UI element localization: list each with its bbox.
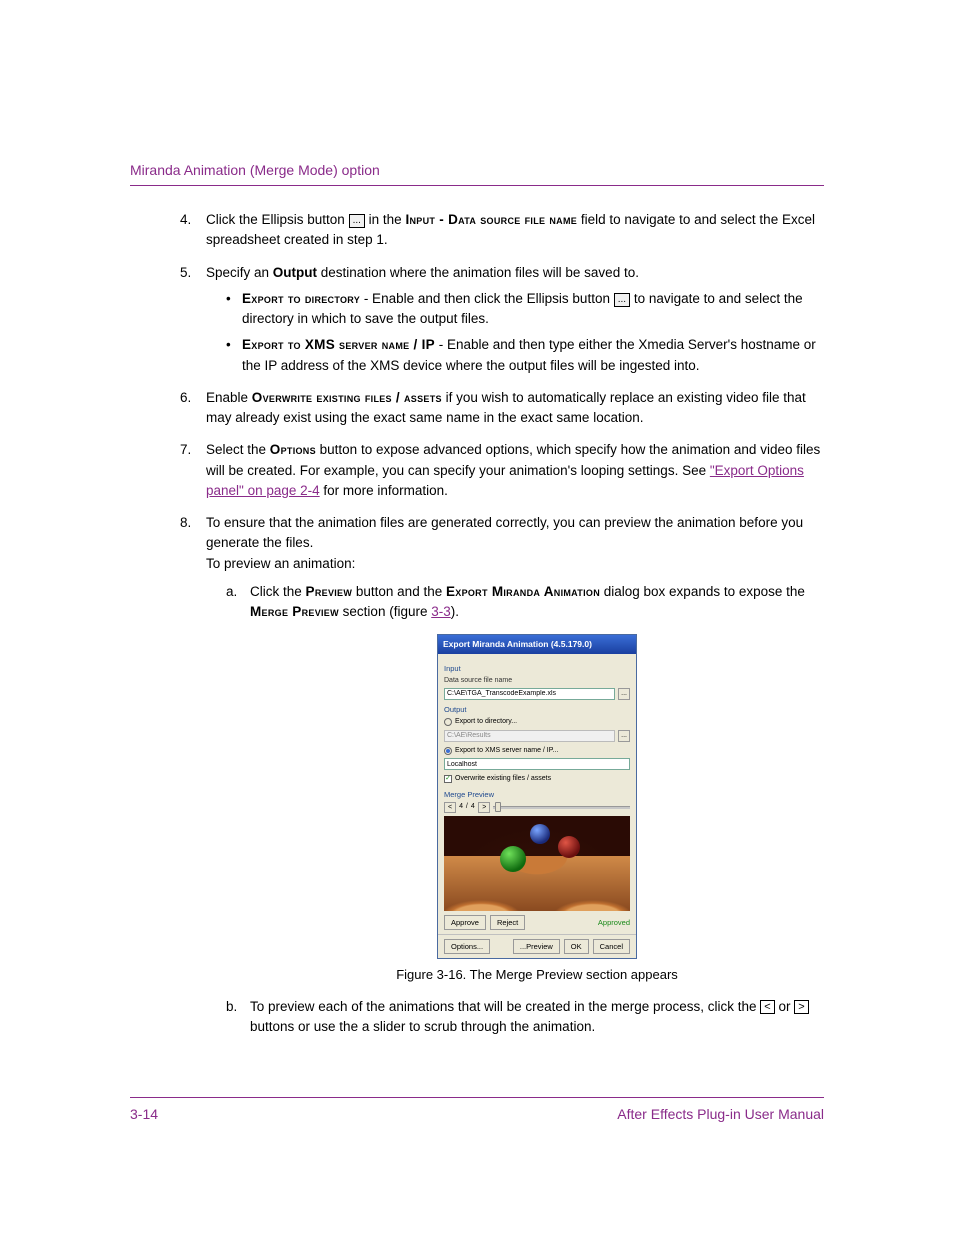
slider-thumb[interactable] — [495, 802, 501, 812]
radio-label: Export to XMS server name / IP... — [455, 746, 558, 757]
button-name: Preview — [306, 584, 353, 599]
ordered-steps: 4. Click the Ellipsis button ... in the … — [130, 210, 824, 1037]
text: To ensure that the animation files are g… — [206, 515, 803, 550]
text: Click the — [250, 584, 306, 599]
step-number: 7. — [180, 440, 191, 460]
prev-nav-icon[interactable]: < — [760, 1000, 774, 1014]
export-dialog: Export Miranda Animation (4.5.179.0) Inp… — [437, 634, 637, 959]
next-nav-icon[interactable]: > — [794, 1000, 808, 1014]
bullet-export-xms: Export to XMS server name / IP - Enable … — [226, 335, 824, 376]
text: for more information. — [320, 483, 448, 498]
bullet-export-directory: Export to directory - Enable and then cl… — [226, 289, 824, 330]
blue-sphere-icon — [530, 824, 550, 844]
figure-dialog: Export Miranda Animation (4.5.179.0) Inp… — [250, 634, 824, 959]
text: buttons or use the a slider to scrub thr… — [250, 1019, 595, 1034]
text: To preview each of the animations that w… — [250, 999, 760, 1014]
merge-preview-label: Merge Preview — [444, 789, 630, 800]
substep-b: b. To preview each of the animations tha… — [226, 997, 824, 1038]
text: - Enable and then click the Ellipsis but… — [360, 291, 614, 306]
section-name: Merge Preview — [250, 604, 339, 619]
next-button[interactable]: > — [478, 802, 490, 813]
substep-a: a. Click the Preview button and the Expo… — [226, 582, 824, 985]
header-title: Miranda Animation (Merge Mode) option — [130, 162, 380, 178]
text: To preview an animation: — [206, 556, 355, 571]
approve-button[interactable]: Approve — [444, 915, 486, 930]
dialog-name: Export Miranda Animation — [446, 584, 600, 599]
step-number: 4. — [180, 210, 191, 230]
text: Enable — [206, 390, 252, 405]
ellipsis-icon[interactable]: ... — [349, 214, 365, 228]
text: Click the Ellipsis button — [206, 212, 349, 227]
text: or — [775, 999, 795, 1014]
figure-caption: Figure 3-16. The Merge Preview section a… — [250, 965, 824, 985]
red-sphere-icon — [558, 836, 580, 858]
browse-button[interactable]: ... — [618, 688, 630, 700]
button-name: Options — [270, 442, 316, 457]
dialog-titlebar: Export Miranda Animation (4.5.179.0) — [438, 635, 636, 654]
step-number: 8. — [180, 513, 191, 533]
text: Select the — [206, 442, 270, 457]
green-sphere-icon — [500, 846, 526, 872]
text: button and the — [352, 584, 446, 599]
field-name: Input - Data source file name — [405, 212, 577, 227]
preview-button[interactable]: ...Preview — [513, 939, 560, 954]
input-section-label: Input — [444, 663, 630, 674]
export-dir-radio[interactable]: Export to directory... — [444, 717, 630, 728]
data-source-input[interactable] — [444, 688, 615, 700]
option-name: Overwrite existing files / assets — [252, 390, 442, 405]
cancel-button[interactable]: Cancel — [593, 939, 630, 954]
manual-title: After Effects Plug-in User Manual — [617, 1104, 824, 1125]
export-xms-radio[interactable]: Export to XMS server name / IP... — [444, 746, 630, 757]
overwrite-checkbox[interactable]: Overwrite existing files / assets — [444, 774, 630, 785]
option-name: Export to XMS server name / IP — [242, 337, 435, 352]
approved-status: Approved — [598, 917, 630, 928]
page-footer: 3-14 After Effects Plug-in User Manual — [130, 1097, 824, 1125]
output-section-label: Output — [444, 704, 630, 715]
preview-viewport — [444, 816, 630, 911]
step-4: 4. Click the Ellipsis button ... in the … — [180, 210, 824, 251]
prev-button[interactable]: < — [444, 802, 456, 813]
step-number: 6. — [180, 388, 191, 408]
dialog-body: Input Data source file name ... Output E… — [438, 654, 636, 958]
text: Specify an — [206, 265, 273, 280]
step-number: 5. — [180, 263, 191, 283]
reject-button[interactable]: Reject — [490, 915, 525, 930]
figure-ref-link[interactable]: 3-3 — [431, 604, 451, 619]
preview-slider[interactable] — [493, 803, 630, 811]
substep-letter: b. — [226, 997, 237, 1017]
ok-button[interactable]: OK — [564, 939, 589, 954]
merge-count: 4 / 4 — [459, 802, 475, 813]
bold: Output — [273, 265, 317, 280]
text: in the — [365, 212, 406, 227]
substep-letter: a. — [226, 582, 237, 602]
step-8: 8. To ensure that the animation files ar… — [180, 513, 824, 1037]
checkbox-label: Overwrite existing files / assets — [455, 774, 551, 785]
page-number: 3-14 — [130, 1104, 158, 1125]
step-6: 6. Enable Overwrite existing files / ass… — [180, 388, 824, 429]
page-header: Miranda Animation (Merge Mode) option — [130, 160, 824, 186]
xms-server-input[interactable] — [444, 758, 630, 770]
text: dialog box expands to expose the — [600, 584, 805, 599]
option-name: Export to directory — [242, 291, 360, 306]
step-8-substeps: a. Click the Preview button and the Expo… — [206, 582, 824, 1038]
text: destination where the animation files wi… — [317, 265, 639, 280]
ellipsis-icon[interactable]: ... — [614, 293, 630, 307]
export-dir-input — [444, 730, 615, 742]
step-5-bullets: Export to directory - Enable and then cl… — [206, 289, 824, 376]
data-source-label: Data source file name — [444, 676, 630, 687]
text: section (figure — [339, 604, 431, 619]
step-7: 7. Select the Options button to expose a… — [180, 440, 824, 501]
text: ). — [451, 604, 459, 619]
step-5: 5. Specify an Output destination where t… — [180, 263, 824, 376]
browse-button: ... — [618, 730, 630, 742]
options-button[interactable]: Options... — [444, 939, 490, 954]
radio-label: Export to directory... — [455, 717, 517, 728]
